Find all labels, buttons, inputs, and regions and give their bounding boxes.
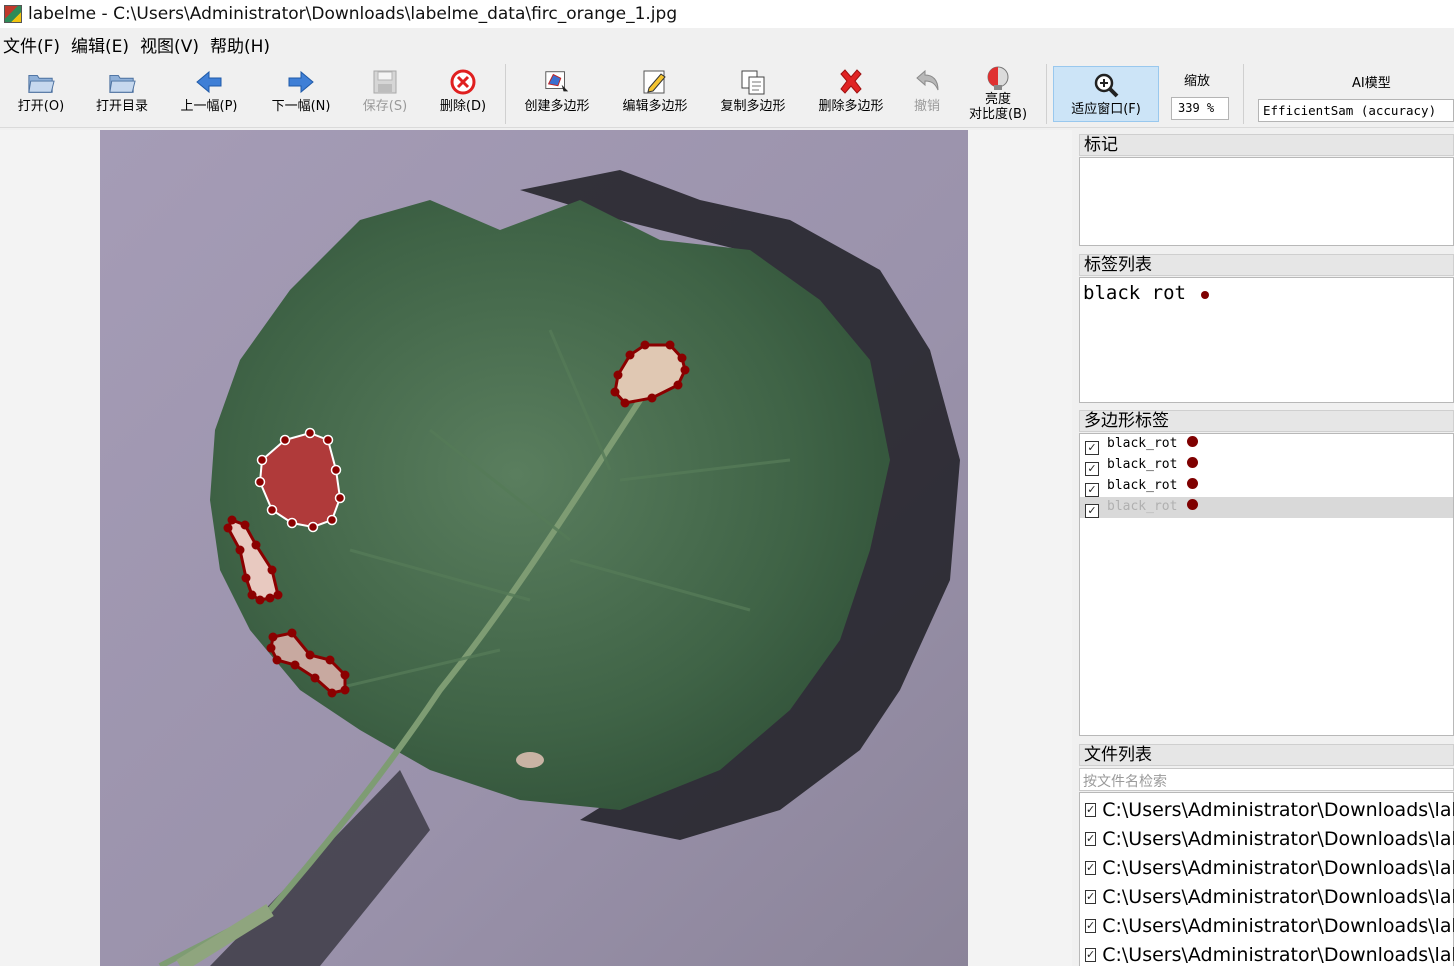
save-button[interactable]: 保存(S)	[356, 64, 414, 126]
file-checkbox[interactable]: ✓	[1085, 947, 1097, 962]
polygon-color-dot	[1187, 436, 1199, 447]
zoom-input[interactable]: 339 %	[1171, 97, 1229, 120]
toolbar-separator	[1046, 64, 1047, 124]
menu-bar: 文件(F) 编辑(E) 视图(V) 帮助(H)	[0, 30, 278, 58]
image-canvas[interactable]	[100, 130, 968, 966]
brightness-icon	[984, 64, 1012, 92]
save-disk-icon	[371, 68, 399, 96]
polygon-color-dot	[1187, 478, 1199, 489]
file-checkbox[interactable]: ✓	[1085, 889, 1097, 904]
delete-file-button[interactable]: 删除(D)	[434, 64, 492, 126]
leaf-photo	[100, 130, 968, 966]
menu-file[interactable]: 文件(F)	[0, 32, 68, 57]
file-list-item[interactable]: ✓ C:\Users\Administrator\Downloads\label…	[1080, 940, 1454, 966]
labels-list[interactable]: black_rot	[1079, 277, 1454, 403]
polygon-labels-list[interactable]: ✓ black_rot ✓ black_rot ✓ black_rot ✓ bl…	[1079, 433, 1454, 736]
file-list-item[interactable]: ✓ C:\Users\Administrator\Downloads\label…	[1080, 911, 1454, 940]
polygon-color-dot	[1187, 499, 1199, 510]
polygon-item[interactable]: ✓ black_rot	[1080, 434, 1453, 455]
label-list-item[interactable]: black_rot	[1083, 280, 1210, 300]
toolbar-separator	[505, 64, 506, 124]
brightness-contrast-button[interactable]: 亮度 对比度(B)	[962, 62, 1034, 124]
edit-polygon-button[interactable]: 编辑多边形	[614, 64, 696, 126]
flags-dock-title: 标记	[1079, 134, 1454, 156]
files-dock-title: 文件列表	[1079, 744, 1454, 766]
file-list-item[interactable]: ✓ C:\Users\Administrator\Downloads\label…	[1080, 882, 1454, 911]
fit-window-button[interactable]: 适应窗口(F)	[1053, 66, 1159, 122]
next-image-button[interactable]: 下一幅(N)	[266, 64, 336, 126]
delete-circle-icon	[449, 68, 477, 96]
polygon-visibility-checkbox[interactable]: ✓	[1085, 503, 1099, 518]
canvas-area[interactable]	[0, 130, 1072, 966]
polygon-visibility-checkbox[interactable]: ✓	[1085, 461, 1099, 476]
file-list-item[interactable]: ✓ C:\Users\Administrator\Downloads\label…	[1080, 795, 1454, 824]
menu-view[interactable]: 视图(V)	[137, 32, 207, 57]
polygon-visibility-checkbox[interactable]: ✓	[1085, 482, 1099, 497]
menu-edit[interactable]: 编辑(E)	[68, 32, 137, 57]
arrow-left-icon	[195, 68, 223, 96]
copy-pages-icon	[739, 68, 767, 96]
file-checkbox[interactable]: ✓	[1085, 831, 1097, 846]
red-x-icon	[837, 68, 865, 96]
arrow-right-icon	[287, 68, 315, 96]
delete-polygon-button[interactable]: 删除多边形	[810, 64, 892, 126]
file-list[interactable]: ✓ C:\Users\Administrator\Downloads\label…	[1079, 792, 1454, 966]
labelme-app-icon	[4, 5, 22, 23]
title-bar: labelme - C:\Users\Administrator\Downloa…	[0, 0, 1454, 28]
menu-help[interactable]: 帮助(H)	[207, 32, 278, 57]
create-polygon-button[interactable]: 创建多边形	[516, 64, 598, 126]
file-list-item[interactable]: ✓ C:\Users\Administrator\Downloads\label…	[1080, 853, 1454, 882]
polygon-color-dot	[1187, 457, 1199, 468]
polygon-item-selected[interactable]: ✓ black_rot	[1080, 497, 1453, 518]
undo-arrow-icon	[913, 68, 941, 96]
labels-dock-title: 标签列表	[1079, 254, 1454, 276]
open-button[interactable]: 打开(O)	[12, 64, 70, 126]
polygon-visibility-checkbox[interactable]: ✓	[1085, 440, 1099, 455]
edit-pencil-icon	[641, 68, 669, 96]
toolbar: 打开(O) 打开目录 上一幅(P) 下一幅(N) 保存(S) 删除(D) 创建多…	[0, 60, 1454, 128]
file-search-input[interactable]: 按文件名检索	[1079, 768, 1454, 791]
label-color-dot	[1201, 291, 1210, 299]
file-list-item[interactable]: ✓ C:\Users\Administrator\Downloads\label…	[1080, 824, 1454, 853]
toolbar-separator	[1243, 64, 1244, 124]
zoom-label: 缩放	[1184, 74, 1211, 89]
open-directory-icon	[108, 68, 136, 96]
polygons-dock-title: 多边形标签	[1079, 410, 1454, 432]
flags-list[interactable]	[1079, 157, 1454, 246]
file-checkbox[interactable]: ✓	[1085, 860, 1097, 875]
ai-model-label: AI模型	[1352, 76, 1391, 91]
file-checkbox[interactable]: ✓	[1085, 802, 1097, 817]
open-dir-button[interactable]: 打开目录	[90, 64, 154, 126]
file-checkbox[interactable]: ✓	[1085, 918, 1097, 933]
ai-model-select[interactable]: EfficientSam (accuracy)	[1258, 99, 1454, 122]
right-dock-panel: 标记 标签列表 black_rot 多边形标签 ✓ black_rot ✓ bl…	[1074, 130, 1454, 966]
copy-polygon-button[interactable]: 复制多边形	[712, 64, 794, 126]
create-polygon-icon	[543, 68, 571, 96]
undo-button[interactable]: 撤销	[904, 64, 950, 126]
window-title: labelme - C:\Users\Administrator\Downloa…	[28, 4, 678, 24]
polygon-item[interactable]: ✓ black_rot	[1080, 476, 1453, 497]
open-folder-icon	[27, 68, 55, 96]
prev-image-button[interactable]: 上一幅(P)	[174, 64, 244, 126]
polygon-item[interactable]: ✓ black_rot	[1080, 455, 1453, 476]
zoom-fit-icon	[1092, 71, 1120, 99]
